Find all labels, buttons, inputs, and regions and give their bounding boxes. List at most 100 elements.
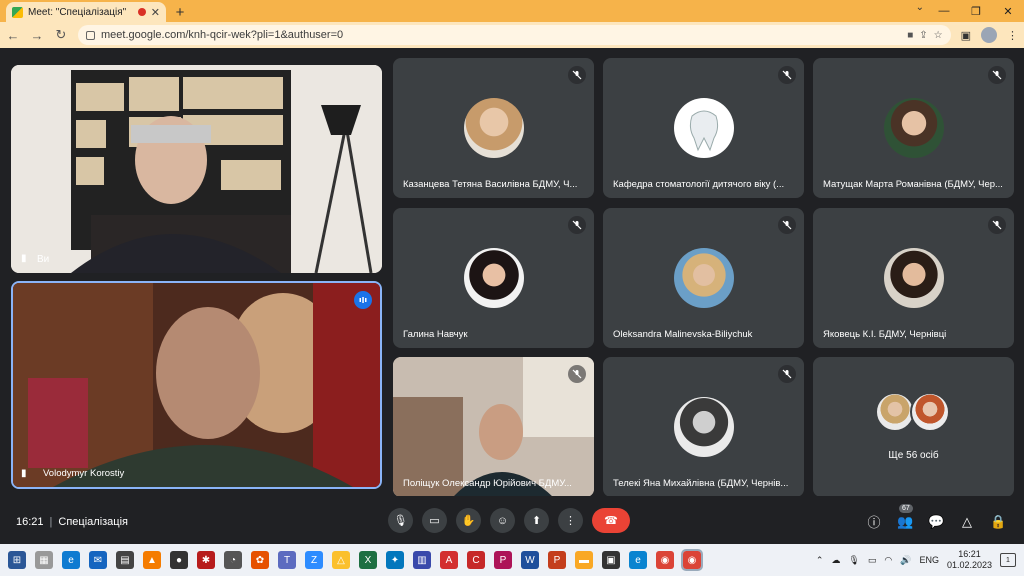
host-controls-icon[interactable]: 🔒 [990,514,1006,530]
chrome-active-icon[interactable]: ◉ [681,549,703,571]
app-dark-icon[interactable]: ▣ [602,551,620,569]
forward-arrow-icon[interactable]: → [30,28,44,43]
camera-button[interactable]: ▭ [422,508,447,533]
network-icon[interactable]: ◠ [884,555,892,566]
active-speaker-tile[interactable]: ▮ Volodymyr Korostiy [11,281,382,489]
word-icon[interactable]: W [521,551,539,569]
participant-tile[interactable]: Oleksandra Malinevska-Biliychuk [603,208,804,348]
language-indicator[interactable]: ENG [919,555,939,565]
tab-search-icon[interactable]: ⌄ [916,2,924,13]
battery-icon[interactable]: ▭ [868,555,877,566]
mail-icon[interactable]: ✉ [89,551,107,569]
more-participants-tile[interactable]: Ще 56 осіб [813,357,1014,497]
profile-avatar[interactable] [981,27,997,43]
tab-title: Meet: "Спеціалізація" [28,6,127,18]
reload-icon[interactable]: ↻ [54,27,68,43]
hang-up-icon: ☎ [604,515,618,527]
teams-icon[interactable]: T [278,551,296,569]
app-c-icon[interactable]: C [467,551,485,569]
settings-app-icon[interactable]: ✿ [251,551,269,569]
browser-tab-meet[interactable]: Meet: "Спеціалізація" ✕ [6,2,166,22]
mic-off-icon [568,216,586,234]
camera-indicator-icon[interactable]: ■ [907,30,913,41]
minimize-icon[interactable]: — [928,0,960,22]
volume-icon[interactable]: 🔊 [900,555,911,566]
zoom-icon[interactable]: Z [305,551,323,569]
participant-tile[interactable]: Яковець К.І. БДМУ, Чернівці [813,208,1014,348]
participant-tile[interactable]: Телекі Яна Михайлівна (БДМУ, Чернів... [603,357,804,497]
start-menu-icon[interactable]: ⊞ [8,551,26,569]
explorer-icon[interactable]: ▬ [575,551,593,569]
maximize-icon[interactable]: ❐ [960,0,992,22]
raise-hand-button[interactable]: ✋ [456,508,481,533]
speaker-name: Volodymyr Korostiy [43,468,125,479]
pin-icon[interactable]: ▮ [21,253,27,264]
info-icon[interactable]: ⓘ [866,512,882,531]
participant-tile[interactable]: Матущак Марта Романівна (БДМУ, Чер... [813,58,1014,198]
app-blue-icon[interactable]: ✦ [386,551,404,569]
back-arrow-icon[interactable]: ← [6,28,20,43]
participant-tile[interactable]: Казанцева Тетяна Василівна БДМУ, Ч... [393,58,594,198]
excel-icon[interactable]: X [359,551,377,569]
app-red-icon[interactable]: ✱ [197,551,215,569]
present-button[interactable]: ⬆ [524,508,549,533]
share-icon[interactable]: ⇪ [919,30,927,41]
participant-name: Галина Навчук [403,329,468,340]
more-vert-icon: ⋮ [565,515,576,527]
chrome-icon[interactable]: ◉ [656,551,674,569]
microphone-tray-icon[interactable]: 🎙 [848,555,859,566]
drive-icon[interactable]: △ [332,551,350,569]
vlc-icon[interactable]: ▲ [143,551,161,569]
participant-name: Телекі Яна Михайлівна (БДМУ, Чернів... [613,478,789,489]
app-pink-icon[interactable]: P [494,551,512,569]
browser-menu-icon[interactable]: ⋮ [1007,29,1018,42]
tray-expand-icon[interactable]: ⌃ [816,555,824,566]
mic-off-icon [988,216,1006,234]
others-count-label: Ще 56 осіб [888,450,939,461]
close-window-icon[interactable]: ✕ [992,0,1024,22]
cafe-video-frame [393,357,594,497]
participant-tile[interactable]: Галина Навчук [393,208,594,348]
participant-name: Поліщук Олександр Юрійович БДМУ... [403,478,572,489]
url-text[interactable]: meet.google.com/knh-qcir-wek?pli=1&authu… [101,29,901,41]
self-video-tile[interactable]: Ви ▮ [11,65,382,273]
sidebar-toggle-icon[interactable]: ▣ [961,29,971,42]
bookmark-star-icon[interactable]: ☆ [934,30,943,41]
activities-icon[interactable]: △ [959,514,975,530]
onedrive-icon[interactable]: ☁ [831,555,840,566]
meet-bottom-bar: 16:21 | Спеціалізація 🎙 ▭ ✋ ☺ ⬆ ⋮ ☎ ⓘ 👥 67 … [0,496,1024,544]
clock-app-icon[interactable]: ◔ [224,551,242,569]
window-controls: — ❐ ✕ [928,0,1024,22]
more-options-button[interactable]: ⋮ [558,508,583,533]
pin-icon[interactable]: ▮ [21,468,27,479]
end-call-button[interactable]: ☎ [592,508,630,533]
participant-video-tile[interactable]: Поліщук Олександр Юрійович БДМУ... [393,357,594,497]
notification-count: 1 [1006,556,1010,564]
people-icon[interactable]: 👥 67 [897,503,913,530]
microphone-button[interactable]: 🎙 [388,508,413,533]
participant-avatar [883,248,944,308]
participant-avatar [463,248,524,308]
mic-off-icon [778,365,796,383]
omnibox[interactable]: meet.google.com/knh-qcir-wek?pli=1&authu… [78,25,951,45]
participant-tile[interactable]: Кафедра стоматології дитячого віку (... [603,58,804,198]
notification-icon[interactable]: 1 [1000,553,1016,567]
panda-icon[interactable]: ● [170,551,188,569]
participant-avatar [673,248,734,308]
system-tray: ⌃ ☁ 🎙 ▭ ◠ 🔊 ENG 16:21 01.02.2023 1 [816,544,1016,576]
store-icon[interactable]: ▤ [116,551,134,569]
task-view-icon[interactable]: ▦ [35,551,53,569]
edge-icon[interactable]: e [629,551,647,569]
camera-icon: ▭ [429,515,440,527]
calculator-icon[interactable]: ▥ [413,551,431,569]
new-tab-button[interactable]: + [170,2,190,22]
acrobat-icon[interactable]: A [440,551,458,569]
powerpoint-icon[interactable]: P [548,551,566,569]
chat-icon[interactable]: 💬 [928,514,944,530]
close-tab-icon[interactable]: ✕ [151,6,160,19]
taskbar-clock[interactable]: 16:21 01.02.2023 [947,549,992,571]
reactions-button[interactable]: ☺ [490,508,515,533]
participant-name: Матущак Марта Романівна (БДМУ, Чер... [823,179,1003,190]
lock-icon[interactable] [86,30,95,40]
edge-legacy-icon[interactable]: e [62,551,80,569]
